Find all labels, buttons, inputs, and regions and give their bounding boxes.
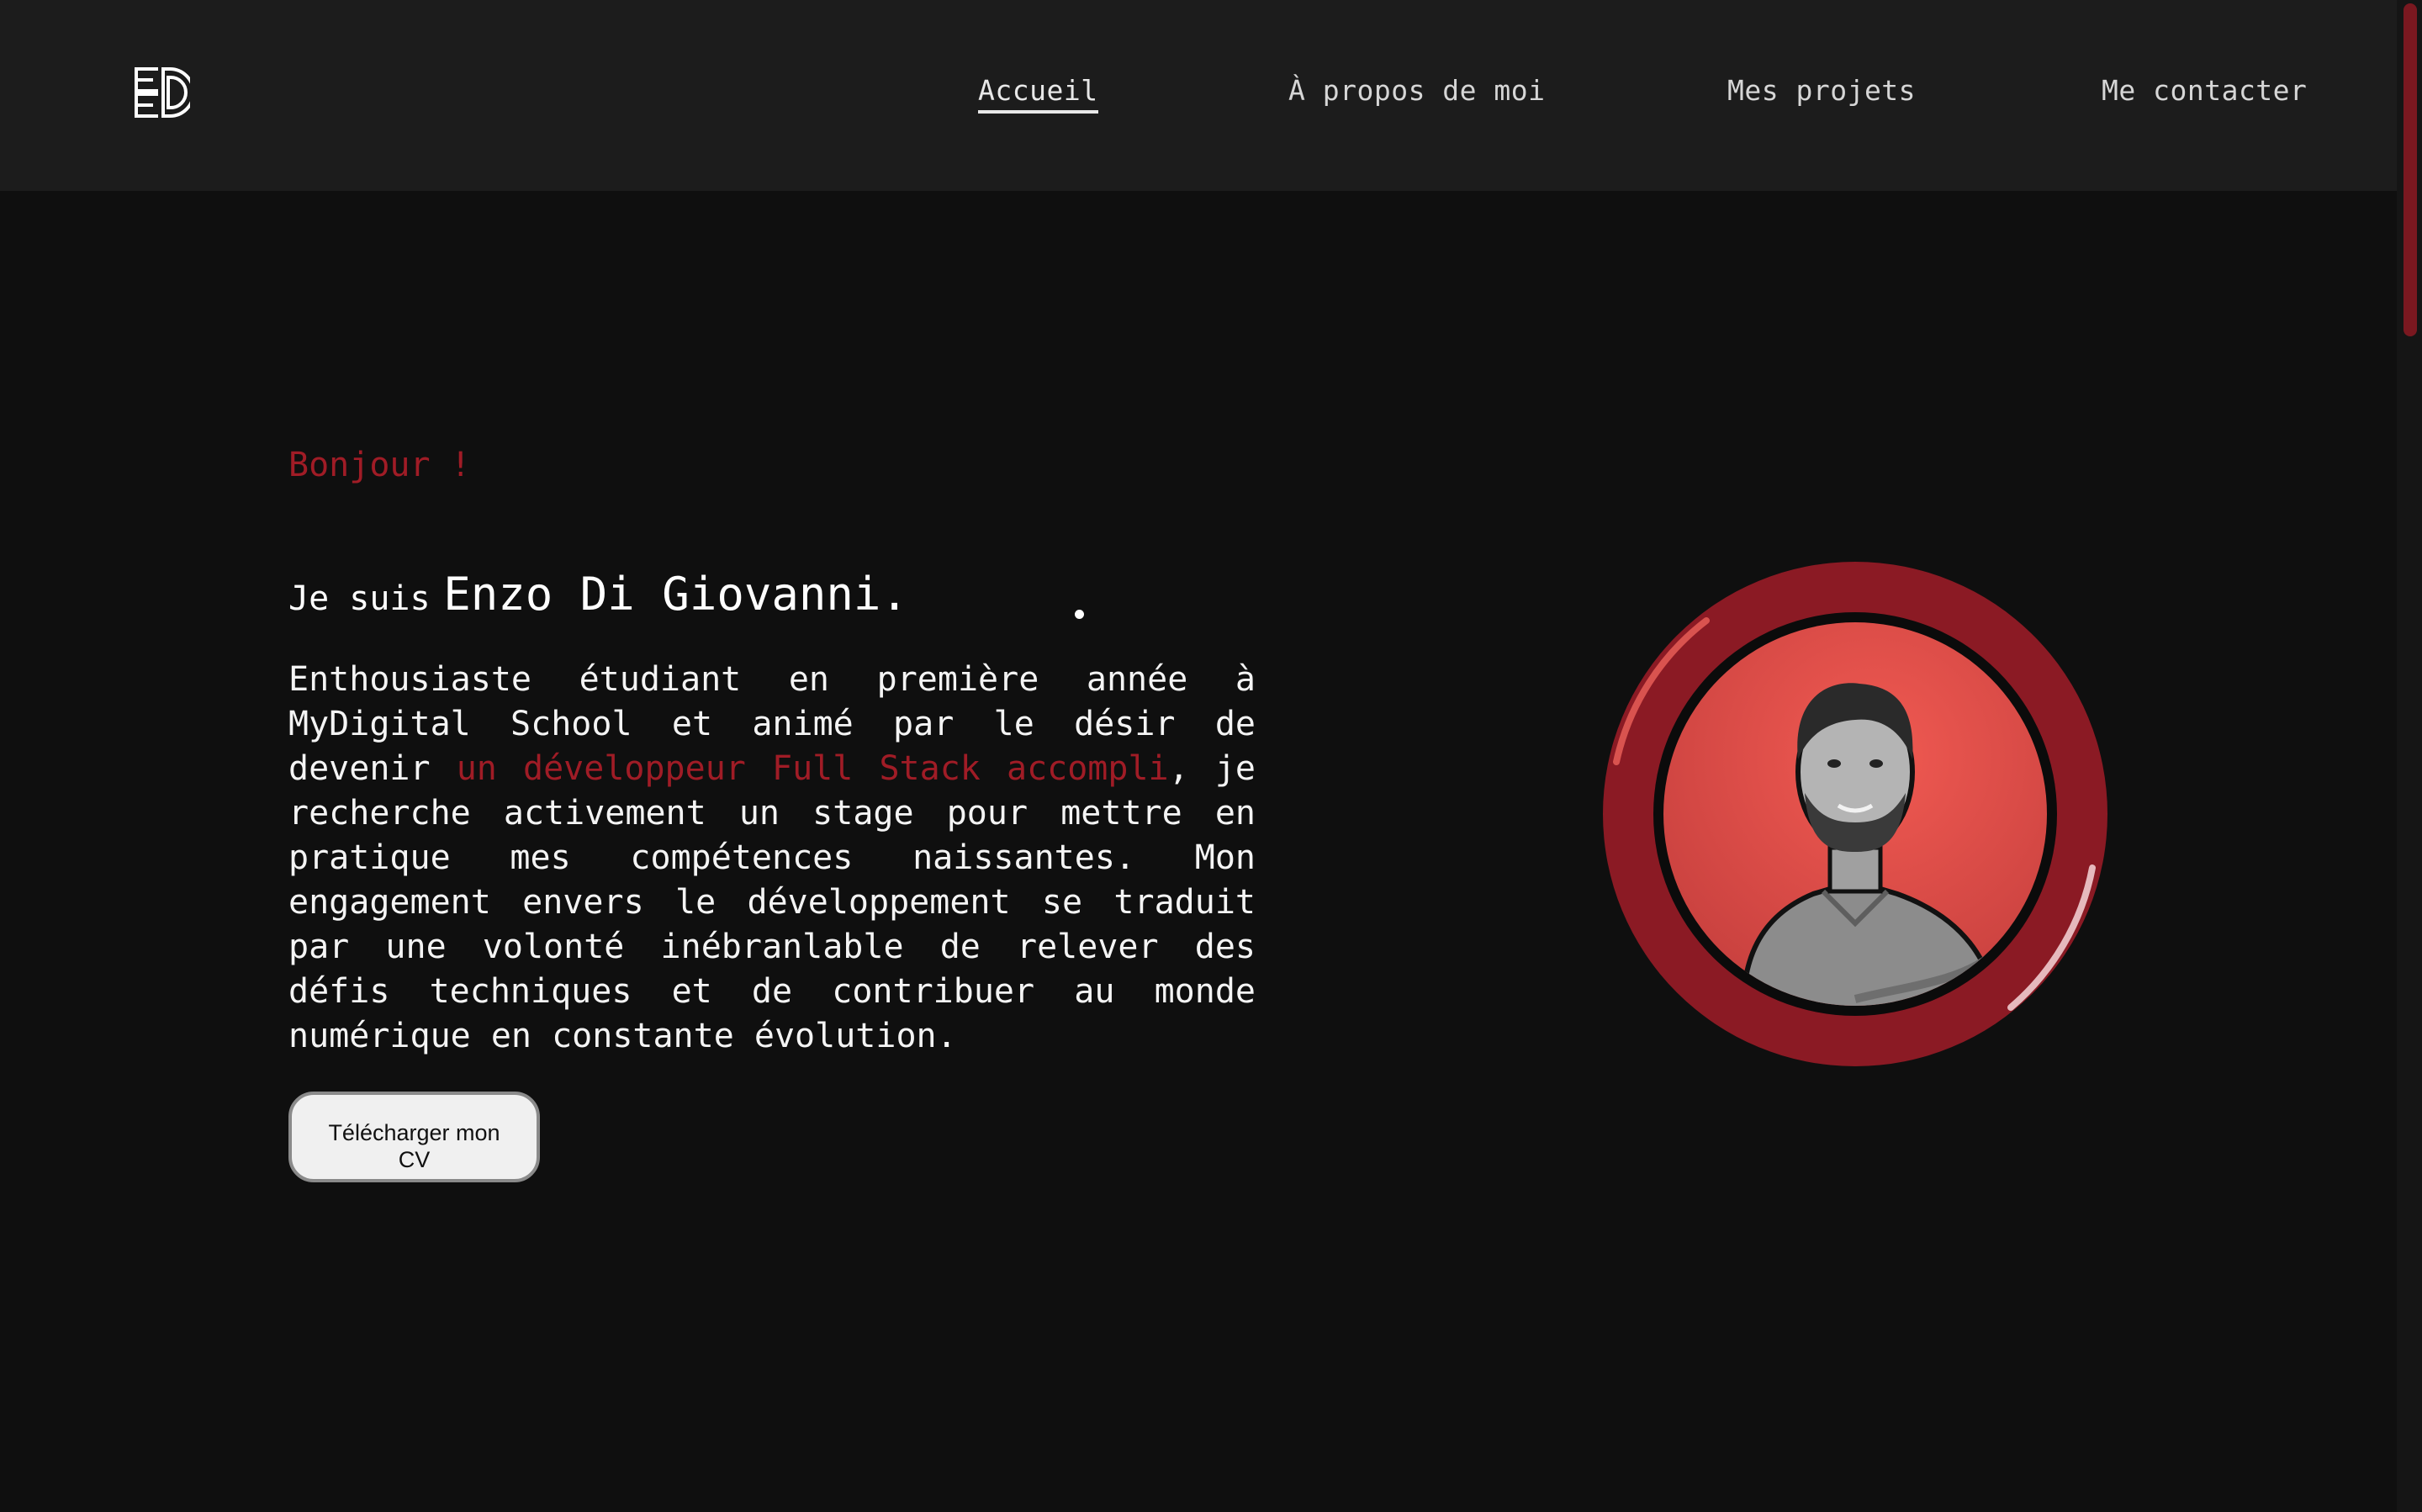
typing-cursor-dot <box>1075 610 1084 619</box>
scrollbar[interactable] <box>2397 0 2422 1512</box>
hero-name: Enzo Di Giovanni. <box>443 568 908 621</box>
download-cv-button[interactable]: Télécharger mon CV <box>288 1092 540 1182</box>
intro-line: Je suis Enzo Di Giovanni. <box>288 568 908 621</box>
nav-home[interactable]: Accueil <box>978 74 1098 114</box>
scrollbar-thumb[interactable] <box>2403 3 2417 336</box>
nav-about[interactable]: À propos de moi <box>1288 74 1546 107</box>
hero-description: Enthousiaste étudiant en première année … <box>288 658 1256 1059</box>
nav-projects[interactable]: Mes projets <box>1727 74 1916 107</box>
ed-logo-icon[interactable] <box>133 66 190 119</box>
nav-contact[interactable]: Me contacter <box>2102 74 2307 107</box>
description-highlight: un développeur Full Stack accompli <box>456 749 1169 788</box>
site-header: Accueil À propos de moi Mes projets Me c… <box>0 0 2397 191</box>
description-end: , je recherche activement un stage pour … <box>288 749 1256 1055</box>
portfolio-page: Accueil À propos de moi Mes projets Me c… <box>0 0 2422 1512</box>
greeting: Bonjour ! <box>288 446 471 484</box>
intro-prefix: Je suis <box>288 579 431 618</box>
profile-photo-icon <box>1603 562 2107 1066</box>
